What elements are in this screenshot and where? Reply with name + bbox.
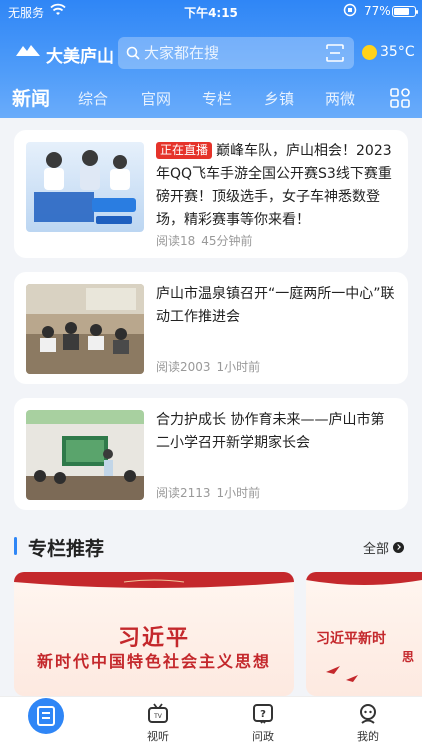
nav-home-button[interactable]	[28, 698, 64, 734]
question-icon: ?	[253, 704, 273, 724]
nav-profile[interactable]: 我的	[338, 703, 398, 744]
section-header: 专栏推荐 全部	[14, 534, 408, 560]
view-all-button[interactable]: 全部	[363, 538, 404, 557]
search-input[interactable]	[144, 44, 314, 62]
read-count: 阅读2003	[156, 360, 211, 374]
nav-label: 我的	[357, 730, 379, 743]
bottom-nav: TV 视听 ? 问政 我的	[0, 696, 422, 750]
live-badge: 正在直播	[156, 142, 213, 159]
news-meta: 阅读2113 1小时前	[156, 484, 260, 501]
battery-icon	[392, 6, 418, 17]
news-title: 庐山市温泉镇召开“一庭两所一中心”联动工作推进会	[156, 286, 395, 325]
scan-icon[interactable]	[326, 44, 344, 62]
app-brand[interactable]: 大美庐山	[14, 40, 114, 68]
post-time: 1小时前	[216, 486, 261, 500]
news-meta: 阅读18 45分钟前	[156, 232, 253, 249]
tab-news[interactable]: 新闻	[12, 84, 50, 111]
nav-label: 问政	[252, 730, 274, 743]
feature-title: 习近平新时	[316, 631, 386, 647]
header-background: 无服务 下午4:15 77% 大美庐山 大家都在搜 35°C 新闻 综合 官网 …	[0, 0, 422, 118]
news-card[interactable]: 庐山市温泉镇召开“一庭两所一中心”联动工作推进会 阅读2003 1小时前	[14, 272, 408, 384]
svg-text:?: ?	[260, 709, 266, 720]
svg-text:TV: TV	[153, 713, 163, 720]
tab-grid-icon[interactable]	[390, 88, 410, 108]
tab-column[interactable]: 专栏	[202, 88, 232, 109]
user-icon	[360, 704, 376, 724]
search-icon	[126, 46, 140, 60]
sun-icon	[362, 44, 377, 60]
tab-official[interactable]: 官网	[141, 88, 171, 109]
status-time: 下午4:15	[184, 6, 238, 20]
news-card[interactable]: 合力护成长 协作育未来——庐山市第二小学召开新学期家长会 阅读2113 1小时前	[14, 398, 408, 510]
tab-towns[interactable]: 乡镇	[264, 88, 294, 109]
read-count: 阅读18	[156, 234, 196, 248]
section-accent-bar	[14, 537, 17, 555]
news-thumbnail	[26, 142, 144, 232]
nav-audiovisual[interactable]: TV 视听	[128, 703, 188, 744]
news-thumbnail	[26, 410, 144, 500]
arrow-right-icon	[393, 542, 404, 553]
post-time: 1小时前	[216, 360, 261, 374]
read-count: 阅读2113	[156, 486, 211, 500]
news-title: 合力护成长 协作育未来——庐山市第二小学召开新学期家长会	[156, 412, 385, 451]
search-box[interactable]	[118, 37, 354, 69]
news-card[interactable]: 正在直播 巅峰车队，庐山相会！2023年QQ飞车手游全国公开赛S3线下赛重磅开赛！…	[14, 130, 408, 258]
tab-wechat-weibo[interactable]: 两微	[325, 88, 355, 109]
nav-inquiry[interactable]: ? 问政	[233, 703, 293, 744]
view-all-label: 全部	[362, 542, 389, 557]
rotation-lock-icon	[343, 3, 357, 17]
post-time: 45分钟前	[201, 234, 253, 248]
feature-subtitle: 新时代中国特色社会主义思想	[36, 652, 271, 671]
news-feed-icon	[37, 706, 55, 726]
category-tabs: 新闻 综合 官网 专栏 乡镇 两微	[0, 84, 422, 114]
nav-label: 视听	[147, 730, 169, 743]
weather-widget[interactable]: 35°C	[362, 44, 415, 60]
column-card[interactable]: 习近平新时 思	[306, 572, 422, 696]
column-card[interactable]: 习近平 新时代中国特色社会主义思想	[14, 572, 294, 696]
battery-percent: 77%	[364, 4, 391, 18]
feature-subtitle: 思	[402, 650, 415, 664]
news-meta: 阅读2003 1小时前	[156, 358, 260, 375]
app-name: 大美庐山	[46, 46, 114, 67]
section-title: 专栏推荐	[28, 538, 105, 560]
tab-general[interactable]: 综合	[78, 88, 108, 109]
news-thumbnail	[26, 284, 144, 374]
tv-icon: TV	[148, 703, 168, 723]
status-bar: 无服务 下午4:15 77%	[0, 0, 422, 24]
temperature: 35°C	[380, 44, 415, 60]
news-title: 正在直播 巅峰车队，庐山相会！2023年QQ飞车手游全国公开赛S3线下赛重磅开赛！…	[156, 142, 392, 228]
app-logo	[14, 42, 42, 66]
